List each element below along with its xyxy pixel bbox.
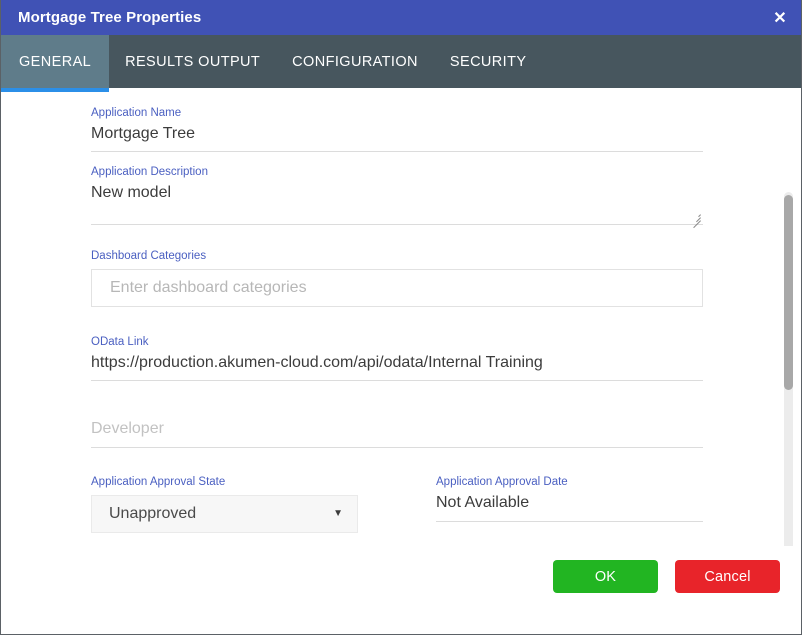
application-approval-date-value: Not Available (436, 489, 703, 521)
field-application-description: Application Description New model (91, 152, 703, 225)
dashboard-categories-label: Dashboard Categories (91, 225, 703, 263)
odata-link-label: OData Link (91, 307, 703, 349)
application-description-textarea[interactable]: New model (91, 179, 703, 224)
field-odata-link: OData Link https://production.akumen-clo… (91, 307, 703, 381)
application-approval-state-select[interactable]: Unapproved ▼ (91, 495, 358, 533)
field-application-approval-date: Application Approval Date Not Available (436, 448, 703, 533)
dialog-footer: OK Cancel (1, 546, 802, 634)
application-name-label: Application Name (91, 92, 703, 120)
application-approval-state-value: Unapproved (109, 505, 196, 523)
field-developer: Developer (91, 381, 703, 448)
vertical-scrollbar-track[interactable] (784, 192, 793, 547)
vertical-scrollbar-thumb[interactable] (784, 195, 793, 390)
close-icon[interactable]: ✕ (757, 0, 802, 35)
application-approval-state-label: Application Approval State (91, 448, 436, 489)
developer-input[interactable]: Developer (91, 415, 703, 447)
field-application-approval-state: Application Approval State Unapproved ▼ (91, 448, 436, 533)
tab-general[interactable]: GENERAL (1, 35, 109, 88)
approval-row: Application Approval State Unapproved ▼ … (91, 448, 703, 533)
tab-results-output[interactable]: RESULTS OUTPUT (109, 35, 276, 88)
general-tab-panel: Application Name Mortgage Tree Applicati… (2, 92, 802, 547)
odata-link-input[interactable]: https://production.akumen-cloud.com/api/… (91, 349, 703, 380)
cancel-button[interactable]: Cancel (675, 560, 780, 593)
ok-button[interactable]: OK (553, 560, 658, 593)
field-dashboard-categories: Dashboard Categories Enter dashboard cat… (91, 225, 703, 307)
application-approval-date-underline (436, 521, 703, 522)
properties-dialog: Mortgage Tree Properties ✕ GENERAL RESUL… (0, 0, 802, 635)
dialog-title: Mortgage Tree Properties (18, 9, 201, 26)
field-application-name: Application Name Mortgage Tree (91, 92, 703, 152)
chevron-down-icon: ▼ (333, 509, 343, 519)
general-form: Application Name Mortgage Tree Applicati… (91, 92, 703, 533)
dashboard-categories-input[interactable]: Enter dashboard categories (91, 269, 703, 307)
dialog-titlebar: Mortgage Tree Properties ✕ (1, 0, 802, 35)
developer-underline (91, 447, 703, 448)
application-description-label: Application Description (91, 152, 703, 179)
application-name-input[interactable]: Mortgage Tree (91, 120, 703, 151)
tab-security[interactable]: SECURITY (434, 35, 543, 88)
tab-bar: GENERAL RESULTS OUTPUT CONFIGURATION SEC… (1, 35, 802, 88)
application-approval-date-label: Application Approval Date (436, 448, 703, 489)
tab-configuration[interactable]: CONFIGURATION (276, 35, 434, 88)
